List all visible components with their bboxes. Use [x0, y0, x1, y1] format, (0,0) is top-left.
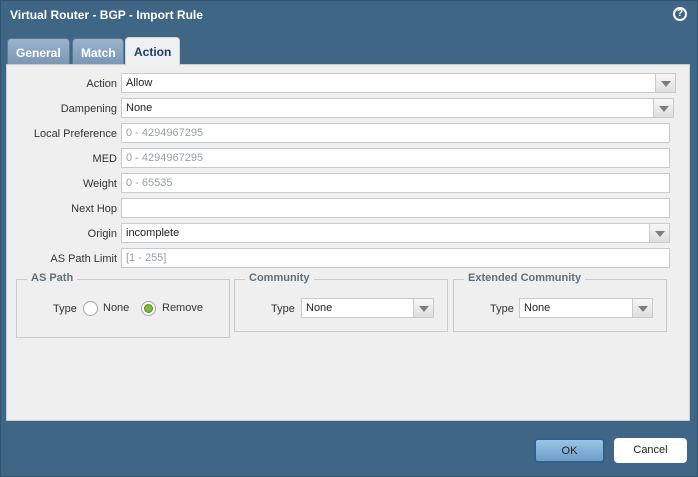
extended-community-type-select[interactable]: None: [519, 298, 653, 318]
action-value: Allow: [126, 77, 153, 89]
community-group: Community Type None: [234, 272, 448, 332]
med-label: MED: [92, 153, 117, 165]
as-path-none-label[interactable]: None: [103, 302, 129, 314]
tab-general[interactable]: General: [7, 38, 70, 65]
as-path-remove-radio[interactable]: [141, 301, 156, 316]
extended-community-group: Extended Community Type None: [453, 272, 667, 332]
as-path-limit-label: AS Path Limit: [50, 253, 117, 265]
dampening-label: Dampening: [60, 103, 117, 115]
tab-match[interactable]: Match: [72, 38, 124, 65]
dampening-value: None: [126, 102, 153, 114]
bgp-import-rule-dialog: Virtual Router - BGP - Import Rule ? Gen…: [0, 0, 698, 477]
dialog-title: Virtual Router - BGP - Import Rule: [10, 8, 203, 22]
chevron-down-icon[interactable]: [413, 299, 433, 317]
title-bar: Virtual Router - BGP - Import Rule ?: [1, 1, 697, 33]
ok-button[interactable]: OK: [534, 438, 605, 463]
community-title: Community: [245, 272, 314, 284]
origin-select[interactable]: incomplete: [121, 223, 670, 243]
chevron-down-icon[interactable]: [655, 74, 675, 92]
as-path-none-radio[interactable]: [83, 301, 98, 316]
dampening-select[interactable]: None: [121, 98, 674, 118]
action-label: Action: [86, 78, 117, 90]
as-path-title: AS Path: [27, 272, 78, 284]
chevron-down-icon[interactable]: [632, 299, 652, 317]
community-type-value: None: [306, 302, 333, 314]
origin-value: incomplete: [126, 227, 180, 239]
as-path-remove-label[interactable]: Remove: [162, 302, 203, 314]
as-path-type-label: Type: [53, 303, 77, 315]
community-type-label: Type: [271, 303, 295, 315]
med-field[interactable]: 0 - 4294967295: [121, 148, 670, 168]
next-hop-label: Next Hop: [71, 203, 117, 215]
action-select[interactable]: Allow: [121, 73, 676, 93]
extended-community-type-value: None: [524, 302, 551, 314]
extended-community-title: Extended Community: [464, 272, 586, 284]
as-path-limit-field[interactable]: [1 - 255]: [121, 248, 670, 268]
cancel-button[interactable]: Cancel: [614, 438, 687, 463]
chevron-down-icon[interactable]: [653, 99, 673, 117]
chevron-down-icon[interactable]: [649, 224, 669, 242]
help-icon[interactable]: ?: [673, 7, 687, 21]
weight-field[interactable]: 0 - 65535: [121, 173, 670, 193]
local-preference-label: Local Preference: [33, 128, 117, 140]
community-type-select[interactable]: None: [301, 298, 434, 318]
extended-community-type-label: Type: [490, 303, 514, 315]
local-preference-field[interactable]: 0 - 4294967295: [121, 123, 670, 143]
origin-label: Origin: [87, 228, 117, 240]
as-path-group: AS Path Type None Remove: [16, 272, 230, 338]
tab-action[interactable]: Action: [125, 37, 180, 66]
action-tab-panel: Action Allow Dampening None Local Prefer…: [6, 64, 690, 421]
weight-label: Weight: [82, 178, 117, 190]
next-hop-field[interactable]: [121, 198, 670, 218]
